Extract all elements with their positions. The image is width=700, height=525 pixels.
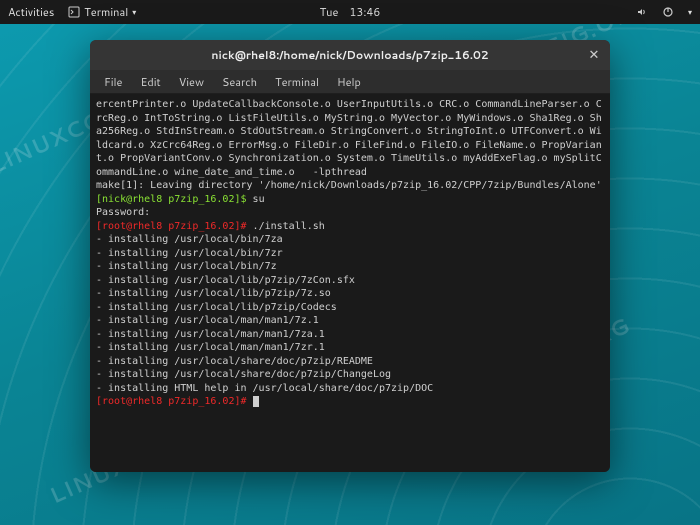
cmd-install: ./install.sh — [253, 221, 325, 232]
install-line: - installing /usr/local/bin/7z — [96, 261, 277, 272]
cmd-su: su — [253, 194, 265, 205]
menubar: File Edit View Search Terminal Help — [90, 70, 610, 94]
volume-icon[interactable] — [636, 6, 648, 18]
password-prompt: Password: — [96, 207, 150, 218]
menu-help[interactable]: Help — [329, 72, 369, 92]
activities-button[interactable]: Activities — [8, 4, 54, 20]
install-line: - installing /usr/local/lib/p7zip/7z.so — [96, 288, 331, 299]
user-prompt: [nick@rhel8 p7zip_16.02]$ — [96, 194, 253, 205]
install-line: - installing /usr/local/lib/p7zip/7zCon.… — [96, 275, 355, 286]
terminal-window: nick@rhel8:/home/nick/Downloads/p7zip_16… — [90, 40, 610, 472]
menu-view[interactable]: View — [171, 72, 212, 92]
chevron-down-icon: ▾ — [132, 6, 136, 18]
app-menu-label: Terminal — [84, 4, 128, 20]
chevron-down-icon[interactable]: ▾ — [688, 6, 692, 18]
terminal-output[interactable]: ercentPrinter.o UpdateCallbackConsole.o … — [90, 94, 610, 472]
root-prompt: [root@rhel8 p7zip_16.02]# — [96, 396, 253, 407]
install-line: - installing /usr/local/man/man1/7zr.1 — [96, 342, 325, 353]
install-line: - installing /usr/local/share/doc/p7zip/… — [96, 356, 373, 367]
terminal-icon — [68, 6, 80, 18]
install-line: - installing /usr/local/bin/7za — [96, 234, 283, 245]
power-icon[interactable] — [662, 6, 674, 18]
close-button[interactable]: ✕ — [586, 47, 602, 63]
install-line: - installing /usr/local/man/man1/7z.1 — [96, 315, 319, 326]
menu-file[interactable]: File — [96, 72, 130, 92]
app-menu[interactable]: Terminal ▾ — [68, 4, 136, 20]
make-output: make[1]: Leaving directory '/home/nick/D… — [96, 180, 602, 191]
menu-terminal[interactable]: Terminal — [267, 72, 327, 92]
clock[interactable]: Tue 13:46 — [320, 4, 381, 20]
install-line: - installing /usr/local/bin/7zr — [96, 248, 283, 259]
menu-search[interactable]: Search — [214, 72, 265, 92]
menu-edit[interactable]: Edit — [132, 72, 168, 92]
window-titlebar[interactable]: nick@rhel8:/home/nick/Downloads/p7zip_16… — [90, 40, 610, 70]
install-line: - installing HTML help in /usr/local/sha… — [96, 383, 433, 394]
install-line: - installing /usr/local/share/doc/p7zip/… — [96, 369, 391, 380]
compile-output: ercentPrinter.o UpdateCallbackConsole.o … — [96, 99, 602, 178]
gnome-topbar: Activities Terminal ▾ Tue 13:46 ▾ — [0, 0, 700, 24]
cursor — [253, 396, 259, 407]
install-line: - installing /usr/local/man/man1/7za.1 — [96, 329, 325, 340]
root-prompt: [root@rhel8 p7zip_16.02]# — [96, 221, 253, 232]
window-title: nick@rhel8:/home/nick/Downloads/p7zip_16… — [211, 47, 488, 63]
install-line: - installing /usr/local/lib/p7zip/Codecs — [96, 302, 337, 313]
